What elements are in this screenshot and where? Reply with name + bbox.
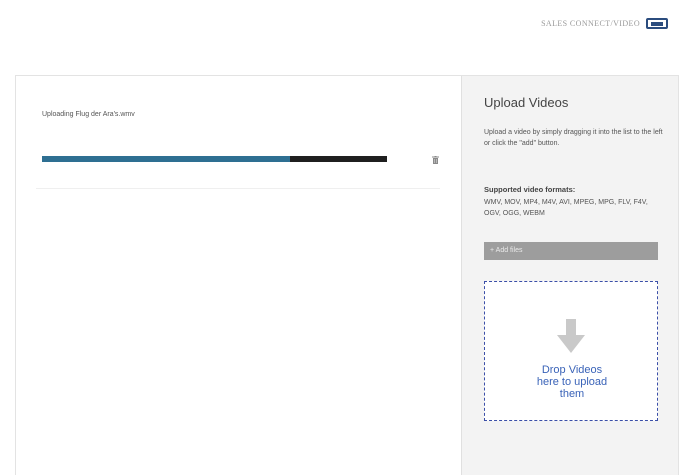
formats-list: WMV, MOV, MP4, M4V, AVI, MPEG, MPG, FLV,… xyxy=(484,199,648,217)
arrow-down-icon xyxy=(557,319,585,353)
upload-progress-fill xyxy=(42,156,291,162)
upload-item: Uploading Flug der Ara's.wmv xyxy=(36,90,440,189)
add-files-button[interactable]: + Add files xyxy=(484,242,658,260)
top-header: SALES CONNECT/VIDEO xyxy=(0,0,686,60)
sidebar-title: Upload Videos xyxy=(484,95,569,110)
link-logo-icon xyxy=(646,18,668,29)
upload-sidebar: Upload Videos Upload a video by simply d… xyxy=(461,76,678,475)
brand-label: SALES CONNECT/VIDEO xyxy=(541,19,640,28)
trash-icon[interactable] xyxy=(432,156,439,164)
upload-list: Uploading Flug der Ara's.wmv xyxy=(16,76,460,475)
drop-zone[interactable]: Drop Videos here to upload them xyxy=(484,281,658,421)
sidebar-description: Upload a video by simply dragging it int… xyxy=(484,129,663,147)
formats-heading: Supported video formats: xyxy=(484,185,576,194)
brand[interactable]: SALES CONNECT/VIDEO xyxy=(541,18,668,29)
drop-zone-label: Drop Videos here to upload them xyxy=(536,364,608,400)
upload-filename: Uploading Flug der Ara's.wmv xyxy=(42,111,135,118)
upload-progress-bar xyxy=(42,156,387,162)
